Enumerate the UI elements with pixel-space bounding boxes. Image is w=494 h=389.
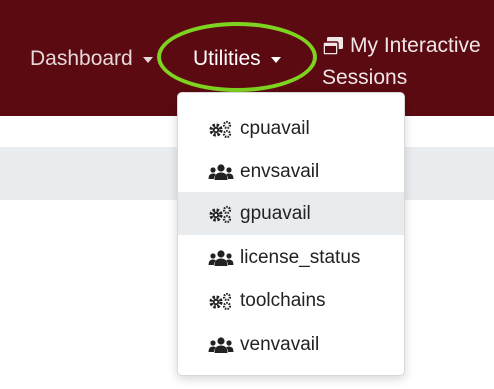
gears-icon (209, 204, 232, 224)
nav-sessions-label-line1: My Interactive (350, 34, 481, 57)
menu-item-label: toolchains (240, 289, 326, 311)
menu-item-venvavail[interactable]: venvavail (178, 323, 404, 366)
gears-icon (209, 119, 232, 139)
menu-item-gpuavail[interactable]: gpuavail (178, 192, 404, 235)
menu-item-label: venvavail (240, 333, 320, 355)
nav-dashboard-label: Dashboard (30, 47, 133, 70)
users-icon (208, 163, 234, 180)
menu-item-cpuavail[interactable]: cpuavail (178, 107, 404, 150)
menu-item-toolchains[interactable]: toolchains (178, 279, 404, 322)
menu-item-label: gpuavail (240, 202, 311, 224)
menu-item-label: cpuavail (240, 117, 310, 139)
menu-item-license-status[interactable]: license_status (178, 236, 404, 279)
nav-sessions-label-line2: Sessions (322, 66, 408, 89)
users-icon (208, 249, 234, 266)
users-icon (208, 336, 234, 353)
nav-dashboard[interactable]: Dashboard (30, 47, 153, 71)
nav-my-interactive-sessions[interactable]: My Interactive Sessions (322, 30, 492, 94)
utilities-dropdown-menu: cpuavail envsavail gpuavail license_stat… (177, 92, 405, 376)
menu-item-label: license_status (240, 246, 361, 268)
highlight-ring-annotation (157, 22, 317, 92)
menu-item-label: envsavail (240, 160, 320, 182)
window-restore-icon (322, 37, 343, 56)
menu-item-envsavail[interactable]: envsavail (178, 150, 404, 193)
caret-down-icon (142, 57, 153, 63)
gears-icon (209, 291, 232, 311)
